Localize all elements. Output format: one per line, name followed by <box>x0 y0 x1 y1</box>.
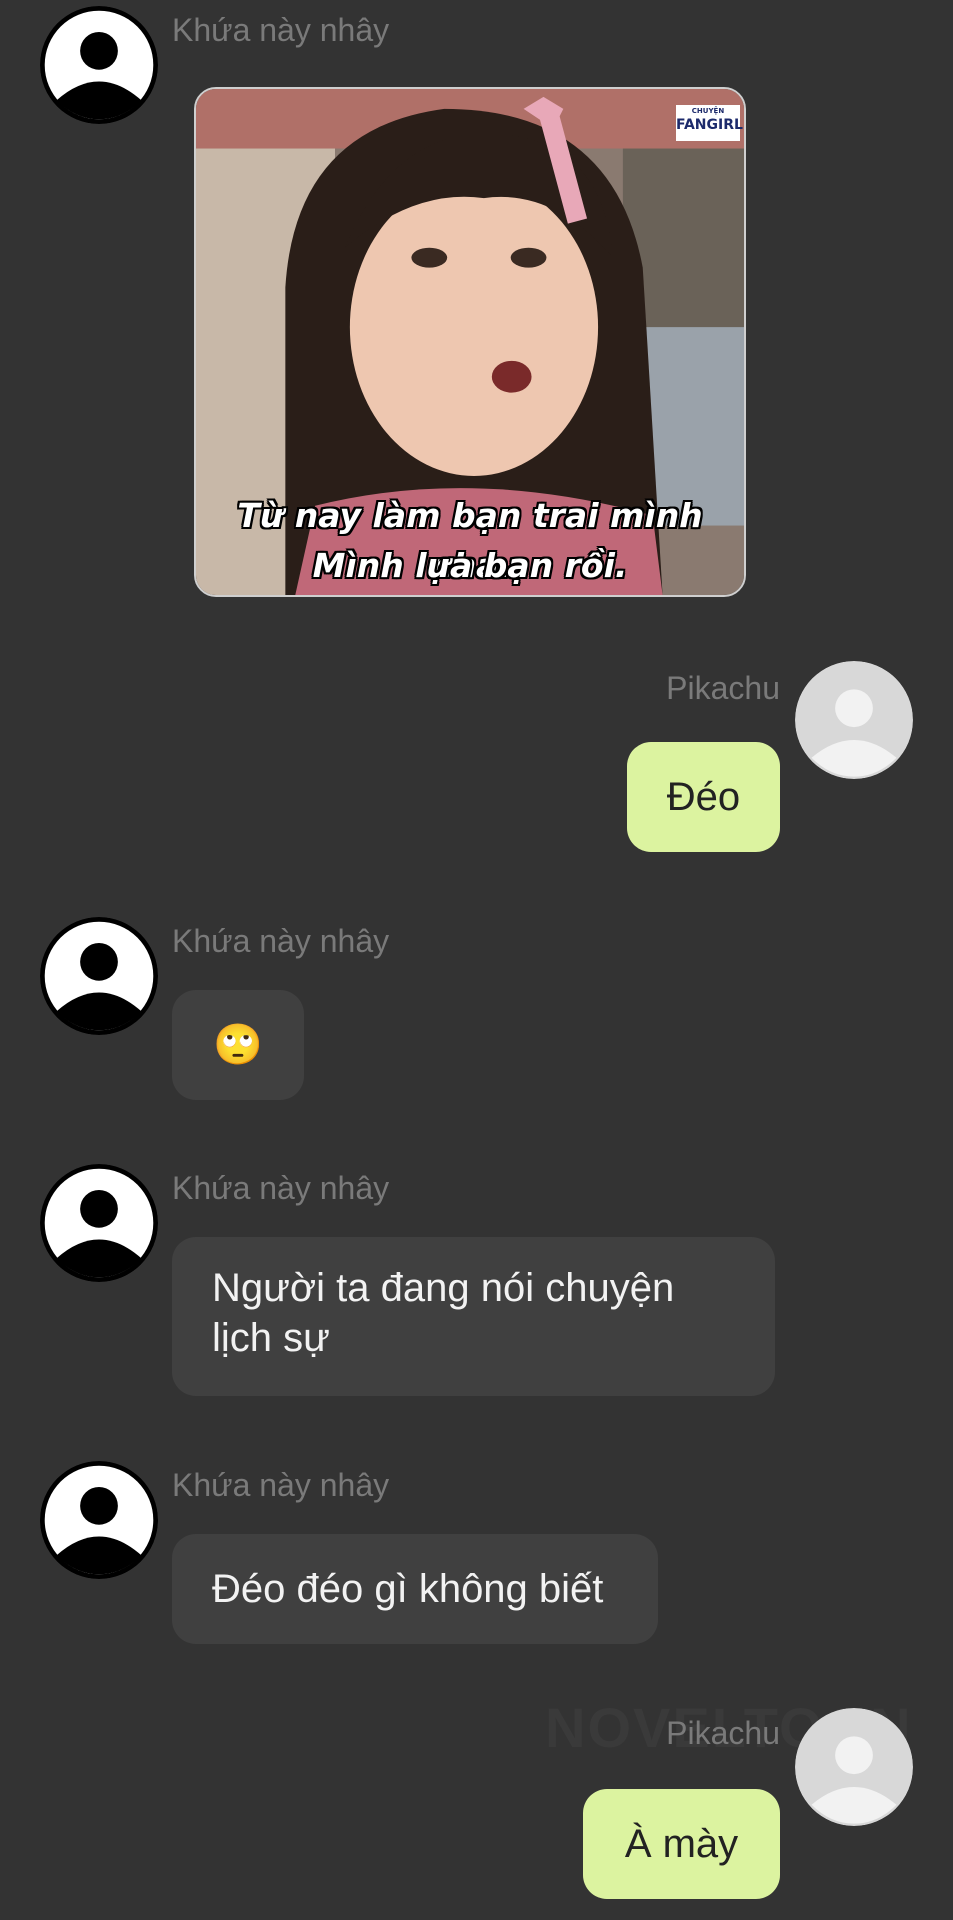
other-avatar-icon[interactable] <box>40 917 158 1035</box>
message-bubble[interactable]: 🙄 <box>172 990 304 1100</box>
sender-name: Pikachu <box>666 670 780 706</box>
message-bubble[interactable]: À mày <box>583 1789 780 1899</box>
message-image[interactable]: CHUYỆN FANGIRL Từ nay làm bạn trai mình … <box>194 87 746 597</box>
sender-name: Khứa này nhây <box>172 12 390 48</box>
self-avatar-icon[interactable] <box>795 661 913 779</box>
sender-name: Khứa này nhây <box>172 1170 390 1206</box>
other-avatar-icon[interactable] <box>40 1461 158 1579</box>
sender-name: Khứa này nhây <box>172 923 390 959</box>
other-avatar-icon[interactable] <box>40 6 158 124</box>
self-avatar-icon[interactable] <box>795 1708 913 1826</box>
sender-name: Pikachu <box>666 1715 780 1751</box>
image-badge: CHUYỆN FANGIRL <box>676 105 743 141</box>
image-caption-line2: Mình lựa bạn rồi. <box>312 546 628 585</box>
other-avatar-icon[interactable] <box>40 1164 158 1282</box>
message-bubble[interactable]: Đéo <box>627 742 780 852</box>
message-bubble[interactable]: Đéo đéo gì không biết <box>172 1534 658 1644</box>
sender-name: Khứa này nhây <box>172 1467 390 1503</box>
message-bubble[interactable]: Người ta đang nói chuyện lịch sự <box>172 1237 775 1396</box>
